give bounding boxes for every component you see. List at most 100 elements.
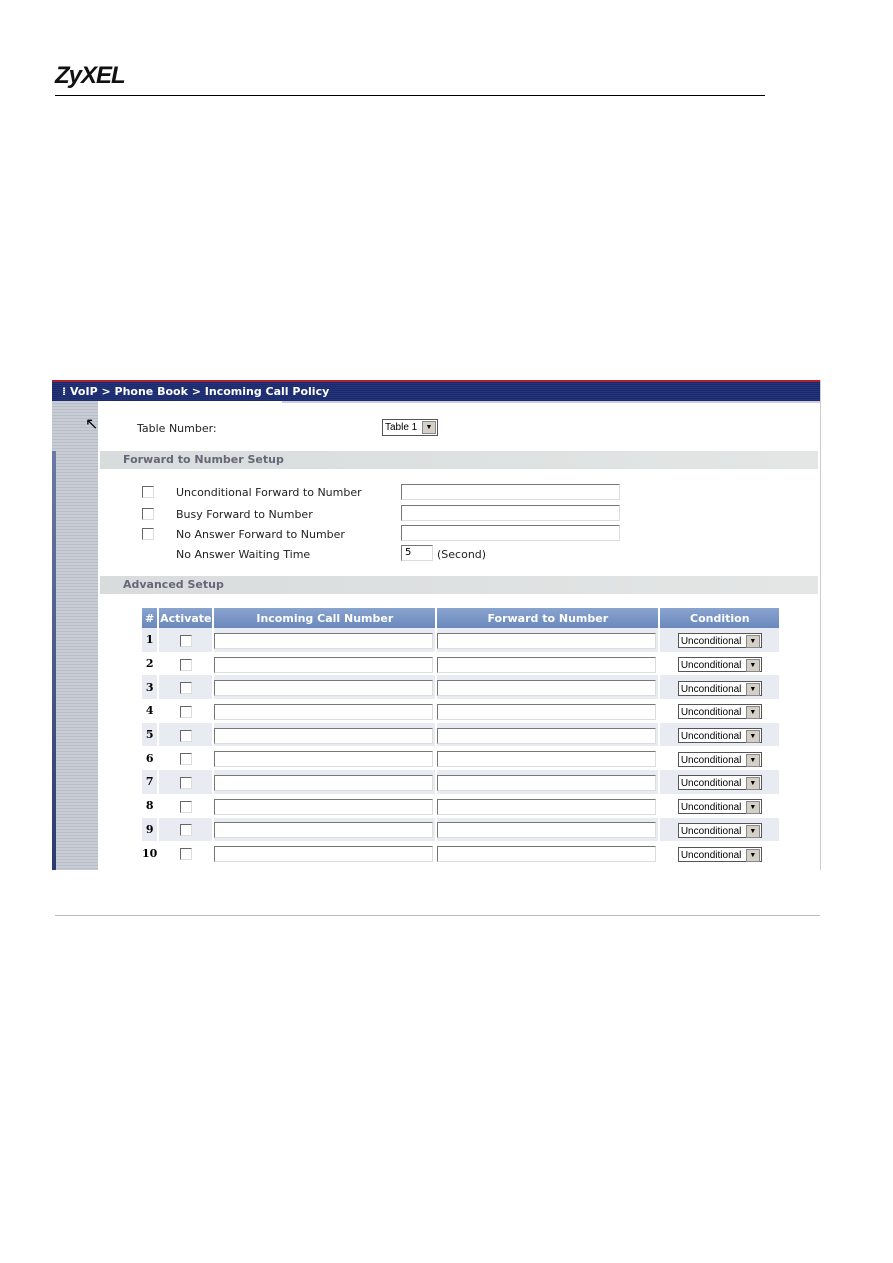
col-incoming: Incoming Call Number (214, 608, 436, 628)
incoming-call-number-input[interactable] (214, 846, 434, 863)
table-row: 4 Unconditional ▼ (142, 699, 779, 723)
activate-checkbox[interactable] (179, 705, 192, 718)
table-number-label: Table Number: (137, 422, 217, 435)
advanced-table: # Activate Incoming Call Number Forward … (140, 608, 781, 865)
row-number: 3 (142, 675, 158, 700)
activate-checkbox[interactable] (179, 824, 192, 837)
waiting-time-label: No Answer Waiting Time (176, 548, 311, 561)
row-number: 10 (142, 846, 158, 860)
row-number: 5 (142, 722, 158, 747)
forward-to-number-input[interactable] (437, 727, 657, 744)
footer-divider (55, 915, 820, 916)
table-row: 2 Unconditional ▼ (142, 652, 779, 676)
chevron-down-icon: ▼ (745, 777, 760, 791)
table-number-select[interactable]: Table 1 ▼ (382, 419, 438, 436)
condition-select[interactable]: Unconditional ▼ (677, 680, 762, 696)
condition-select[interactable]: Unconditional ▼ (677, 657, 762, 673)
table-row: 8 Unconditional ▼ (142, 794, 779, 818)
row-number: 1 (142, 628, 158, 652)
zyxel-logo: ZyXEL (55, 62, 126, 89)
table-row: 5 Unconditional ▼ (142, 722, 780, 747)
mouse-cursor-icon: ↖ (85, 414, 99, 433)
condition-select[interactable]: Unconditional ▼ (677, 704, 762, 720)
forward-to-number-input[interactable] (437, 656, 657, 673)
row-number: 7 (142, 770, 158, 794)
col-forward: Forward to Number (437, 608, 659, 628)
incoming-call-number-input[interactable] (214, 727, 434, 744)
table-row: 10 Unconditional ▼ (142, 841, 779, 865)
chevron-down-icon: ▼ (745, 753, 760, 767)
waiting-time-input[interactable]: 5 (401, 545, 433, 561)
chevron-down-icon: ▼ (745, 706, 760, 720)
section-advanced-setup: Advanced Setup (100, 576, 818, 594)
chevron-down-icon: ▼ (745, 801, 760, 815)
activate-checkbox[interactable] (179, 776, 192, 789)
sidebar (52, 401, 98, 870)
row-number: 2 (145, 657, 154, 671)
breadcrumb: ⁞ VoIP > Phone Book > Incoming Call Poli… (52, 380, 820, 403)
no-answer-forward-checkbox[interactable] (142, 528, 154, 540)
incoming-call-number-input[interactable] (214, 751, 434, 768)
activate-checkbox[interactable] (179, 658, 192, 671)
table-row: 9 Unconditional ▼ (142, 817, 780, 842)
incoming-call-number-input[interactable] (214, 656, 434, 673)
activate-checkbox[interactable] (179, 848, 192, 861)
incoming-call-number-input[interactable] (214, 774, 434, 791)
waiting-time-unit: (Second) (437, 548, 487, 561)
no-answer-forward-label: No Answer Forward to Number (176, 528, 345, 541)
incoming-call-number-input[interactable] (214, 703, 434, 720)
incoming-call-number-input[interactable] (214, 798, 434, 815)
activate-checkbox[interactable] (179, 800, 192, 813)
col-number: # (142, 608, 158, 628)
condition-select[interactable]: Unconditional ▼ (677, 728, 762, 744)
chevron-down-icon: ▼ (745, 682, 760, 696)
condition-select[interactable]: Unconditional ▼ (677, 751, 762, 767)
row-number: 9 (142, 817, 158, 842)
forward-to-number-input[interactable] (437, 798, 657, 815)
busy-forward-input[interactable] (401, 505, 620, 521)
forward-to-number-input[interactable] (437, 703, 657, 720)
chevron-down-icon: ▼ (745, 848, 760, 862)
row-number: 4 (145, 704, 154, 718)
unconditional-forward-label: Unconditional Forward to Number (176, 486, 362, 499)
activate-checkbox[interactable] (179, 729, 192, 742)
table-row: 1 Unconditional ▼ (142, 628, 780, 652)
row-number: 8 (145, 799, 154, 813)
forward-to-number-input[interactable] (437, 680, 657, 697)
condition-select[interactable]: Unconditional ▼ (677, 799, 762, 815)
chevron-down-icon: ▼ (422, 421, 436, 434)
condition-select[interactable]: Unconditional ▼ (677, 846, 762, 862)
screenshot-window: ⁞ VoIP > Phone Book > Incoming Call Poli… (52, 380, 821, 870)
unconditional-forward-checkbox[interactable] (142, 486, 154, 498)
forward-to-number-input[interactable] (437, 751, 657, 768)
table-row: 3 Unconditional ▼ (142, 675, 780, 700)
incoming-call-number-input[interactable] (214, 680, 434, 697)
chevron-down-icon: ▼ (745, 659, 760, 673)
forward-to-number-input[interactable] (437, 632, 657, 649)
activate-checkbox[interactable] (179, 753, 192, 766)
forward-to-number-input[interactable] (437, 846, 657, 863)
row-number: 6 (145, 751, 154, 765)
col-activate: Activate (159, 608, 213, 628)
header-divider (55, 95, 765, 96)
condition-select[interactable]: Unconditional ▼ (677, 775, 762, 791)
unconditional-forward-input[interactable] (401, 484, 620, 500)
forward-to-number-input[interactable] (437, 822, 657, 839)
no-answer-forward-input[interactable] (401, 525, 620, 541)
busy-forward-label: Busy Forward to Number (176, 508, 313, 521)
forward-to-number-input[interactable] (437, 774, 657, 791)
incoming-call-number-input[interactable] (214, 632, 434, 649)
activate-checkbox[interactable] (179, 634, 192, 647)
condition-select[interactable]: Unconditional ▼ (677, 633, 762, 649)
table-row: 7 Unconditional ▼ (142, 770, 780, 794)
chevron-down-icon: ▼ (745, 635, 760, 649)
chevron-down-icon: ▼ (745, 730, 760, 744)
incoming-call-number-input[interactable] (214, 822, 434, 839)
section-forward-setup: Forward to Number Setup (100, 451, 818, 469)
chevron-down-icon: ▼ (745, 824, 760, 838)
busy-forward-checkbox[interactable] (142, 508, 154, 520)
activate-checkbox[interactable] (179, 682, 192, 695)
table-row: 6 Unconditional ▼ (142, 746, 779, 770)
col-condition: Condition (660, 608, 780, 628)
condition-select[interactable]: Unconditional ▼ (677, 822, 762, 838)
